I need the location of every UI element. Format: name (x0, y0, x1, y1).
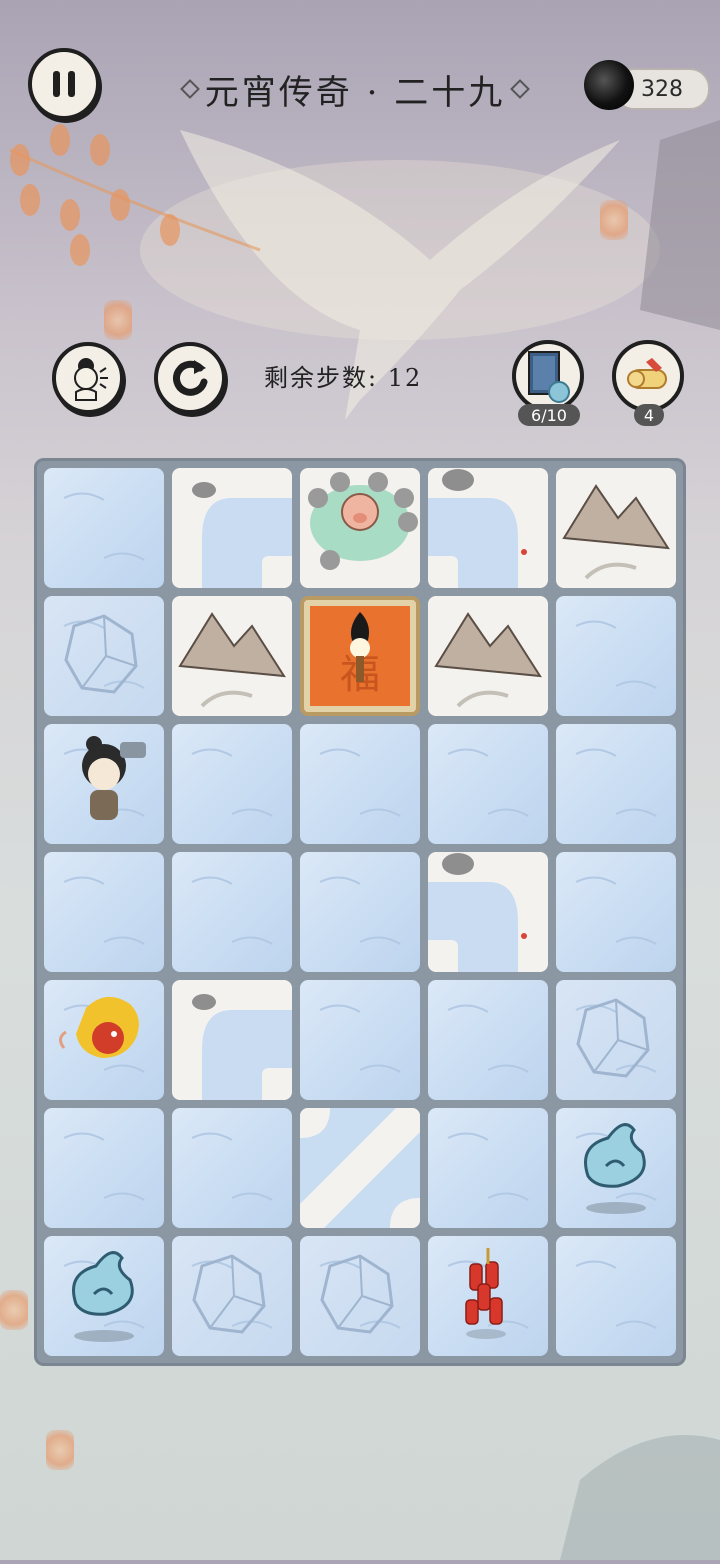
tile-snow-curve-bl[interactable] (428, 468, 548, 588)
player-character[interactable] (56, 732, 152, 836)
player-character-art (82, 736, 146, 820)
tile-ice[interactable] (428, 1108, 548, 1228)
torch-on-fortune[interactable] (312, 604, 408, 708)
ice-texture (191, 1132, 273, 1201)
tile-ice[interactable] (172, 852, 292, 972)
pause-button[interactable] (28, 48, 100, 120)
torch-on-fortune-art (350, 612, 370, 682)
ice-texture (63, 876, 145, 945)
snow-mountain-art (434, 612, 542, 708)
tile-snow-curve-br[interactable] (172, 980, 292, 1100)
crack-pattern (575, 998, 657, 1078)
title-ornament (179, 79, 200, 99)
ice-texture (447, 1132, 529, 1201)
ink-drop-icon (584, 60, 634, 110)
tile-snow-mountain[interactable] (556, 468, 676, 588)
tile-cracked[interactable] (172, 1236, 292, 1356)
tile-snow-mountain[interactable] (172, 596, 292, 716)
tile-ice[interactable] (44, 1108, 164, 1228)
snow-diagonal-art (300, 1108, 420, 1228)
pause-icon (53, 71, 75, 97)
steps-value: 12 (387, 364, 423, 392)
tile-ice[interactable] (556, 724, 676, 844)
ice-texture (319, 1004, 401, 1073)
lantern-decor (600, 200, 628, 240)
ice-texture (447, 748, 529, 817)
tile-ice[interactable] (300, 980, 420, 1100)
book-count: 6/10 (518, 404, 580, 426)
nian-beast-art (59, 996, 139, 1058)
crack-pattern (191, 1254, 273, 1334)
tile-snow-curve-bl[interactable] (428, 852, 548, 972)
scroll-count: 4 (634, 404, 664, 426)
tile-snow-curve-br[interactable] (172, 468, 292, 588)
tile-ice[interactable] (44, 852, 164, 972)
ice-texture (575, 620, 657, 689)
snow-mountain-art (178, 612, 286, 708)
blue-spirit[interactable] (568, 1116, 664, 1220)
ice-texture (63, 1132, 145, 1201)
steps-remaining: 剩余步数: 12 (264, 358, 422, 393)
ice-texture (63, 492, 145, 561)
scroll-item-button[interactable] (612, 340, 684, 412)
tile-ice[interactable] (172, 1108, 292, 1228)
tile-cracked[interactable] (556, 980, 676, 1100)
snow-mountain-art (562, 484, 670, 580)
ice-texture (575, 876, 657, 945)
undo-button[interactable] (154, 342, 226, 414)
tile-cracked[interactable] (44, 596, 164, 716)
lantern-decor (0, 1290, 28, 1330)
tile-cracked[interactable] (300, 1236, 420, 1356)
undo-arrow-icon (173, 360, 208, 396)
hint-button[interactable] (52, 342, 124, 414)
ice-texture (575, 1260, 657, 1329)
tile-snow-mountain[interactable] (428, 596, 548, 716)
blue-spirit-art (584, 1123, 646, 1214)
book-item-button[interactable] (512, 340, 584, 412)
tile-ice[interactable] (428, 724, 548, 844)
puzzle-board: 福 (34, 458, 686, 1366)
controls-row: 剩余步数: 12 6/10 4 (0, 336, 720, 436)
book-icon (528, 351, 570, 403)
tile-snow-diagonal[interactable] (300, 1108, 420, 1228)
snow-curve-br-art (192, 994, 292, 1100)
scholar-hint-icon (74, 358, 108, 401)
ice-texture (191, 876, 273, 945)
blue-spirit-art (72, 1251, 134, 1342)
tile-ice[interactable] (172, 724, 292, 844)
snow-curve-bl-art (428, 853, 527, 972)
top-bar: 元宵传奇 · 二十九 328 (0, 40, 720, 136)
tile-ice[interactable] (556, 1236, 676, 1356)
level-title: 元宵传奇 · 二十九 (204, 72, 506, 113)
scroll-icon (627, 358, 667, 389)
ice-texture (319, 748, 401, 817)
lantern-decor (46, 1430, 74, 1470)
crack-pattern (63, 614, 145, 694)
nian-beast[interactable] (56, 988, 152, 1092)
title-ornament (510, 79, 531, 99)
snow-curve-br-art (192, 482, 292, 588)
ice-texture (191, 748, 273, 817)
tile-ice[interactable] (300, 852, 420, 972)
snow-curve-bl-art (428, 469, 527, 588)
pig-in-pond[interactable] (312, 476, 408, 580)
level-title-wrap: 元宵传奇 · 二十九 (179, 66, 531, 113)
lantern-decor (104, 300, 132, 340)
tile-ice[interactable] (428, 980, 548, 1100)
ice-texture (447, 1004, 529, 1073)
steps-label: 剩余步数: (264, 364, 379, 392)
tile-ice[interactable] (44, 468, 164, 588)
firecracker[interactable] (440, 1244, 536, 1348)
ice-texture (319, 876, 401, 945)
ink-counter: 328 (584, 60, 710, 116)
firecracker-art (465, 1248, 506, 1339)
ice-texture (575, 748, 657, 817)
tile-ice[interactable] (556, 596, 676, 716)
tile-ice[interactable] (300, 724, 420, 844)
pig-in-pond-art (341, 493, 379, 531)
crack-pattern (319, 1254, 401, 1334)
tile-ice[interactable] (556, 852, 676, 972)
blue-spirit[interactable] (56, 1244, 152, 1348)
